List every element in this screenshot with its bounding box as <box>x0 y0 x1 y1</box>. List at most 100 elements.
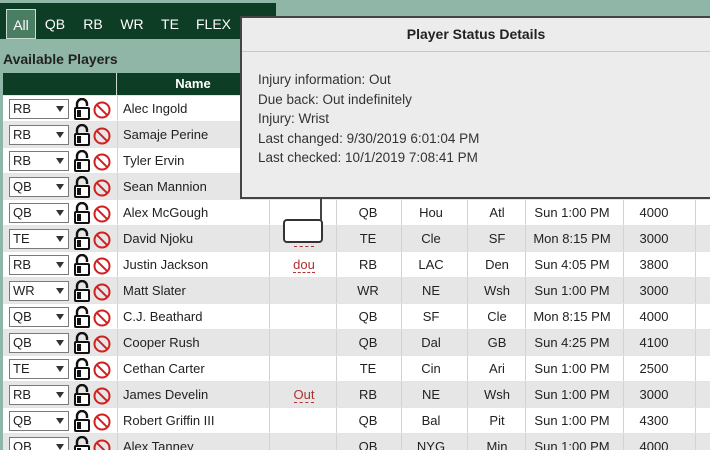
position-select[interactable]: QB <box>9 411 69 431</box>
lock-icon[interactable] <box>74 435 90 450</box>
tab-flex[interactable]: FLEX <box>188 9 236 39</box>
position-select[interactable]: RB <box>9 385 69 405</box>
player-name[interactable]: Alec Ingold <box>123 96 187 122</box>
tab-qb[interactable]: QB <box>36 9 74 39</box>
player-name[interactable]: David Njoku <box>123 226 193 252</box>
column-divider <box>117 278 118 304</box>
lock-icon[interactable] <box>74 305 90 328</box>
position-select[interactable]: QB <box>9 203 69 223</box>
player-name[interactable]: Justin Jackson <box>123 252 208 278</box>
ban-icon[interactable] <box>93 153 111 171</box>
ban-icon[interactable] <box>93 101 111 119</box>
column-divider <box>695 356 696 382</box>
table-row[interactable]: RB Justin Jackson dou RB LAC Den Sun 4:05 PM 38… <box>3 251 710 278</box>
position-select[interactable]: WR <box>9 281 69 301</box>
table-row[interactable]: QB C.J. Beathard QB SF Cle Mon 8:15 PM 4000 <box>3 303 710 330</box>
lock-icon[interactable] <box>74 409 90 432</box>
player-name[interactable]: Alex Tanney <box>123 434 194 450</box>
injury-status[interactable] <box>272 356 336 382</box>
game-time: Sun 4:25 PM <box>534 335 610 350</box>
player-name[interactable]: Cooper Rush <box>123 330 200 356</box>
ban-icon[interactable] <box>93 309 111 327</box>
injury-status[interactable] <box>272 278 336 304</box>
lock-icon[interactable] <box>74 253 90 276</box>
table-row[interactable]: TE Cethan Carter TE Cin Ari Sun 1:00 PM 2500 <box>3 355 710 382</box>
injury-status-text[interactable]: dou <box>293 258 315 273</box>
position-select[interactable]: QB <box>9 333 69 353</box>
column-divider <box>623 226 624 252</box>
player-team: NYG <box>416 439 446 450</box>
player-name[interactable]: C.J. Beathard <box>123 304 203 330</box>
player-name[interactable]: Alex McGough <box>123 200 208 226</box>
lock-icon[interactable] <box>74 123 90 146</box>
lock-icon[interactable] <box>74 149 90 172</box>
table-row[interactable]: QB Alex Tanney QB NYG Min Sun 1:00 PM 4000 <box>3 433 710 450</box>
ban-icon[interactable] <box>93 387 111 405</box>
tab-rb[interactable]: RB <box>74 9 112 39</box>
table-row[interactable]: WR Matt Slater WR NE Wsh Sun 1:00 PM 3000 <box>3 277 710 304</box>
player-opponent: Cle <box>487 309 507 324</box>
lock-icon[interactable] <box>74 227 90 250</box>
tab-wr[interactable]: WR <box>112 9 152 39</box>
player-name[interactable]: Samaje Perine <box>123 122 208 148</box>
ban-icon[interactable] <box>93 231 111 249</box>
column-divider <box>623 278 624 304</box>
player-name[interactable]: Tyler Ervin <box>123 148 184 174</box>
ban-icon[interactable] <box>93 335 111 353</box>
player-name[interactable]: Cethan Carter <box>123 356 205 382</box>
table-row[interactable]: QB Robert Griffin III QB Bal Pit Sun 1:00 PM 4… <box>3 407 710 434</box>
position-select[interactable]: RB <box>9 99 69 119</box>
injury-status[interactable] <box>272 304 336 330</box>
injury-status[interactable] <box>272 434 336 450</box>
position-select[interactable]: QB <box>9 437 69 450</box>
player-opponent: Wsh <box>484 387 510 402</box>
lock-icon[interactable] <box>74 97 90 120</box>
tooltip-injury-info: Injury information: Out <box>258 72 391 87</box>
game-time: Sun 1:00 PM <box>534 387 610 402</box>
ban-icon[interactable] <box>93 179 111 197</box>
ban-icon[interactable] <box>93 439 111 450</box>
position-select[interactable]: TE <box>9 229 69 249</box>
injury-status[interactable]: Out <box>272 382 336 408</box>
ban-icon[interactable] <box>93 413 111 431</box>
lock-icon[interactable] <box>74 383 90 406</box>
lock-icon[interactable] <box>74 331 90 354</box>
ban-icon[interactable] <box>93 361 111 379</box>
lock-icon[interactable] <box>74 357 90 380</box>
column-divider <box>401 304 402 330</box>
table-row[interactable]: QB Alex McGough QB Hou Atl Sun 1:00 PM 4000 <box>3 199 710 226</box>
table-row[interactable]: QB Cooper Rush QB Dal GB Sun 4:25 PM 4100 <box>3 329 710 356</box>
column-divider <box>269 330 270 356</box>
position-select[interactable]: TE <box>9 359 69 379</box>
player-name[interactable]: James Develin <box>123 382 208 408</box>
table-row[interactable]: RB James Develin Out RB NE Wsh Sun 1:00 PM 3000 <box>3 381 710 408</box>
ban-icon[interactable] <box>93 257 111 275</box>
position-select[interactable]: QB <box>9 177 69 197</box>
tab-all[interactable]: All <box>6 9 36 39</box>
ban-icon[interactable] <box>93 127 111 145</box>
tab-te[interactable]: TE <box>152 9 188 39</box>
ban-icon[interactable] <box>93 205 111 223</box>
tooltip-title: Player Status Details <box>242 18 710 52</box>
injury-status[interactable]: dou <box>272 252 336 278</box>
position-select[interactable]: RB <box>9 255 69 275</box>
column-divider <box>401 226 402 252</box>
player-name[interactable]: Matt Slater <box>123 278 186 304</box>
column-divider <box>401 278 402 304</box>
player-opponent: Ari <box>489 361 505 376</box>
lock-icon[interactable] <box>74 201 90 224</box>
column-divider <box>695 382 696 408</box>
injury-status-text[interactable]: Out <box>293 388 315 403</box>
player-name[interactable]: Robert Griffin III <box>123 408 215 434</box>
position-select[interactable]: RB <box>9 125 69 145</box>
position-select[interactable]: QB <box>9 307 69 327</box>
player-salary: 3000 <box>639 231 669 246</box>
injury-status[interactable] <box>272 408 336 434</box>
table-row[interactable]: TEDavid NjokuOutTECleSFMon 8:15 PM3000 <box>3 225 710 252</box>
ban-icon[interactable] <box>93 283 111 301</box>
position-select[interactable]: RB <box>9 151 69 171</box>
injury-status[interactable] <box>272 330 336 356</box>
lock-icon[interactable] <box>74 279 90 302</box>
player-name[interactable]: Sean Mannion <box>123 174 207 200</box>
lock-icon[interactable] <box>74 175 90 198</box>
